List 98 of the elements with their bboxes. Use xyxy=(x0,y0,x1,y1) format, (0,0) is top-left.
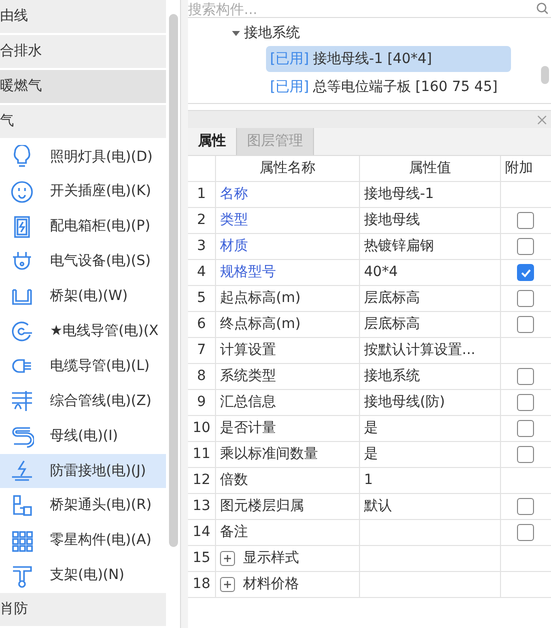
row-number: 9 xyxy=(188,390,216,416)
row-number: 5 xyxy=(188,286,216,312)
scrollbar[interactable] xyxy=(541,66,549,84)
row-number: 18 xyxy=(188,572,216,598)
checkbox[interactable] xyxy=(517,368,534,385)
tray-fitting-icon xyxy=(10,494,34,518)
caret-icon[interactable] xyxy=(232,29,240,37)
expand-icon[interactable] xyxy=(220,551,235,566)
row-number: 10 xyxy=(188,416,216,442)
row-number: 1 xyxy=(188,182,216,208)
component-list-item[interactable]: 照明灯具(电)(D) xyxy=(0,140,166,174)
category-header[interactable]: 由线 xyxy=(0,0,166,33)
component-list-item[interactable]: 桥架(电)(W) xyxy=(0,279,166,314)
row-number: 15 xyxy=(188,546,216,572)
lightning-ground-icon xyxy=(10,459,34,484)
property-name: 名称 xyxy=(220,185,248,204)
property-value-cell[interactable] xyxy=(360,546,501,572)
property-value-cell[interactable] xyxy=(360,572,501,598)
category-header[interactable]: 暖燃气 xyxy=(0,70,166,103)
column-header: 属性名称 xyxy=(216,156,360,182)
conduit-icon xyxy=(10,319,34,344)
checkbox[interactable] xyxy=(517,316,534,333)
checkbox[interactable] xyxy=(517,498,534,515)
property-value-cell[interactable] xyxy=(360,520,501,546)
row-number: 4 xyxy=(188,260,216,286)
search-field[interactable]: 搜索构件... xyxy=(188,1,536,17)
row-number: 8 xyxy=(188,364,216,390)
property-name: 系统类型 xyxy=(220,367,276,386)
row-number: 6 xyxy=(188,312,216,338)
property-name: 倍数 xyxy=(220,471,248,490)
category-header[interactable]: 合排水 xyxy=(0,34,166,68)
component-list-item[interactable]: 配电箱柜(电)(P) xyxy=(0,209,166,244)
row-number: 2 xyxy=(188,208,216,234)
close-icon[interactable] xyxy=(537,114,547,124)
property-name: 起点标高(m) xyxy=(220,289,301,308)
checkbox[interactable] xyxy=(517,290,534,307)
property-name: 终点标高(m) xyxy=(220,315,301,334)
property-name: 材料价格 xyxy=(243,575,299,594)
row-number: 14 xyxy=(188,520,216,546)
property-name: 显示样式 xyxy=(243,549,299,568)
property-name: 材质 xyxy=(220,237,248,256)
pipeline-icon xyxy=(10,389,34,414)
property-name: 图元楼层归属 xyxy=(220,497,304,516)
row-number: 12 xyxy=(188,468,216,494)
property-name: 汇总信息 xyxy=(220,393,276,412)
property-value-cell[interactable]: 1 xyxy=(360,468,501,494)
component-list-item[interactable]: ★电线导管(电)(X xyxy=(0,314,166,349)
tree-item[interactable]: [已用] 总等电位端子板 [160 75 45] xyxy=(266,74,511,100)
component-list-item[interactable]: 母线(电)(I) xyxy=(0,418,166,454)
property-name: 规格型号 xyxy=(220,263,276,282)
checkbox[interactable] xyxy=(517,264,534,281)
property-value-cell[interactable]: 是 xyxy=(360,442,501,468)
row-number: 11 xyxy=(188,442,216,468)
component-list-item[interactable]: 支架(电)(N) xyxy=(0,558,166,594)
busbar-icon xyxy=(10,424,34,448)
row-number: 7 xyxy=(188,338,216,364)
property-value-cell[interactable]: 热镀锌扁钢 xyxy=(360,234,501,260)
property-value-cell[interactable]: 接地母线-1 xyxy=(360,182,501,208)
category-header[interactable]: 气 xyxy=(0,104,166,138)
row-number: 3 xyxy=(188,234,216,260)
checkbox[interactable] xyxy=(517,212,534,229)
checkmark-icon xyxy=(520,266,532,278)
grid-icon xyxy=(10,528,34,553)
checkbox[interactable] xyxy=(517,238,534,255)
category-header[interactable]: 肖防 xyxy=(0,593,166,626)
checkbox[interactable] xyxy=(517,524,534,541)
tree-node[interactable]: 接地系统 xyxy=(232,22,300,44)
property-name: 是否计量 xyxy=(220,419,276,438)
checkbox[interactable] xyxy=(517,394,534,411)
search-icon[interactable] xyxy=(536,2,549,15)
component-list-item[interactable]: 桥架通头(电)(R) xyxy=(0,488,166,524)
property-name: 乘以标准间数量 xyxy=(220,445,318,464)
component-list-item[interactable]: 零星构件(电)(A) xyxy=(0,523,166,558)
row-number: 13 xyxy=(188,494,216,520)
component-list-item[interactable]: 电气设备(电)(S) xyxy=(0,244,166,280)
component-list-item[interactable]: 综合管线(电)(Z) xyxy=(0,384,166,419)
property-value-cell[interactable]: 层底标高 xyxy=(360,286,501,312)
property-value-cell[interactable]: 是 xyxy=(360,416,501,442)
property-value-cell[interactable]: 层底标高 xyxy=(360,312,501,338)
column-header: 属性值 xyxy=(360,156,501,182)
column-header: 附加 xyxy=(501,156,551,182)
property-value-cell[interactable]: 接地母线(防) xyxy=(360,390,501,416)
component-list-item[interactable]: 防雷接地(电)(J) xyxy=(0,454,166,488)
checkbox[interactable] xyxy=(517,420,534,437)
bracket-icon xyxy=(10,564,34,588)
property-value-cell[interactable]: 接地母线 xyxy=(360,208,501,234)
property-value-cell[interactable]: 按默认计算设置... xyxy=(360,338,501,364)
tree-item[interactable]: [已用] 接地母线-1 [40*4] xyxy=(266,46,511,72)
expand-icon[interactable] xyxy=(220,577,235,592)
property-value-cell[interactable]: 默认 xyxy=(360,494,501,520)
property-name: 备注 xyxy=(220,523,248,542)
component-list-item[interactable]: 开关插座(电)(K) xyxy=(0,174,166,210)
property-name: 类型 xyxy=(220,211,248,230)
component-list-item[interactable]: 电缆导管(电)(L) xyxy=(0,348,166,384)
property-value-cell[interactable]: 40*4 xyxy=(360,260,501,286)
checkbox[interactable] xyxy=(517,446,534,463)
property-name: 计算设置 xyxy=(220,341,276,360)
property-value-cell[interactable]: 接地系统 xyxy=(360,364,501,390)
